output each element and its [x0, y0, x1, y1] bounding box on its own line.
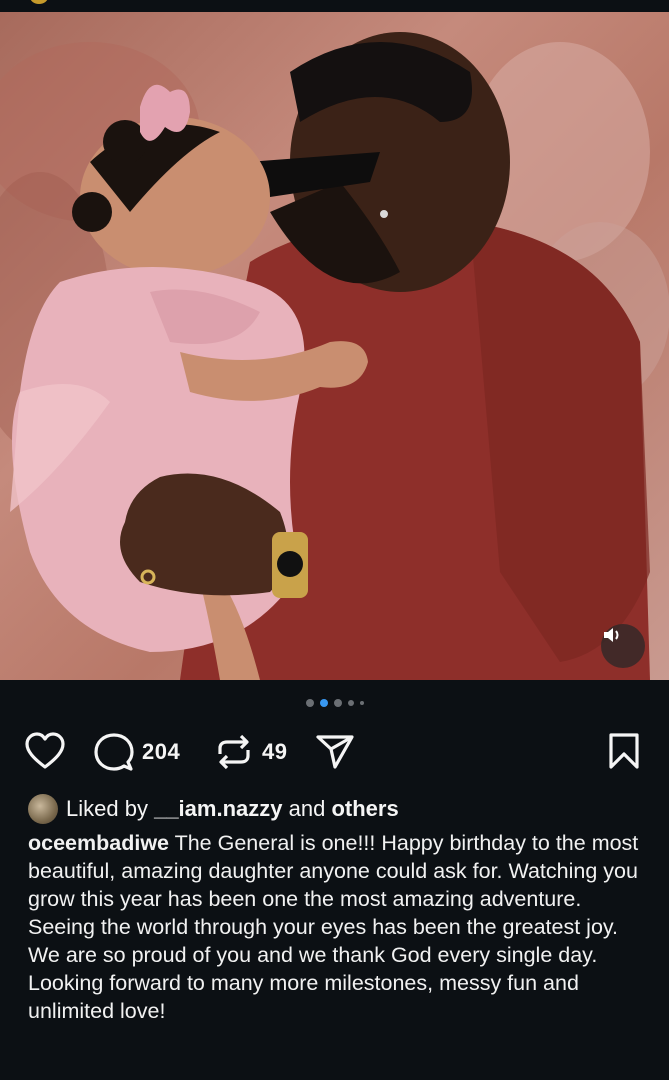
likes-summary[interactable]: Liked by __iam.nazzy and others: [28, 794, 399, 824]
likes-others[interactable]: others: [331, 796, 398, 822]
caption-username[interactable]: oceembadiwe: [28, 831, 169, 855]
likes-joiner: and: [288, 796, 326, 821]
story-ring-fragment: [30, 0, 48, 4]
carousel-indicator: [0, 699, 669, 707]
carousel-dot: [359, 701, 364, 705]
send-icon: [316, 735, 354, 769]
carousel-dot: [333, 699, 342, 707]
like-button[interactable]: [24, 732, 66, 770]
sound-toggle-button[interactable]: [601, 624, 645, 668]
likes-prefix: Liked by: [66, 796, 148, 821]
top-status-strip: [0, 0, 669, 12]
save-button[interactable]: [608, 732, 640, 770]
comment-count: 204: [142, 739, 181, 764]
liker-username[interactable]: __iam.nazzy: [154, 796, 282, 822]
liker-avatar: [28, 794, 58, 824]
repost-count: 49: [262, 739, 288, 764]
heart-icon: [25, 732, 65, 769]
comment-button[interactable]: 204: [94, 732, 180, 772]
comment-bubble-icon: [94, 733, 134, 771]
post-caption: oceembadiwe The General is one!!! Happy …: [28, 829, 650, 1025]
post-action-bar: 204 49: [0, 728, 669, 774]
carousel-dot: [347, 700, 354, 706]
carousel-dot: [305, 699, 314, 707]
speaker-icon: [604, 628, 619, 642]
post-photo[interactable]: [0, 12, 669, 680]
share-button[interactable]: [316, 734, 354, 770]
caption-text: The General is one!!! Happy birthday to …: [28, 831, 639, 1023]
repost-button[interactable]: 49: [214, 732, 287, 772]
bookmark-icon: [609, 733, 639, 769]
photo-illustration: [0, 32, 669, 680]
carousel-dot-active: [319, 699, 328, 707]
repost-icon: [218, 734, 250, 770]
